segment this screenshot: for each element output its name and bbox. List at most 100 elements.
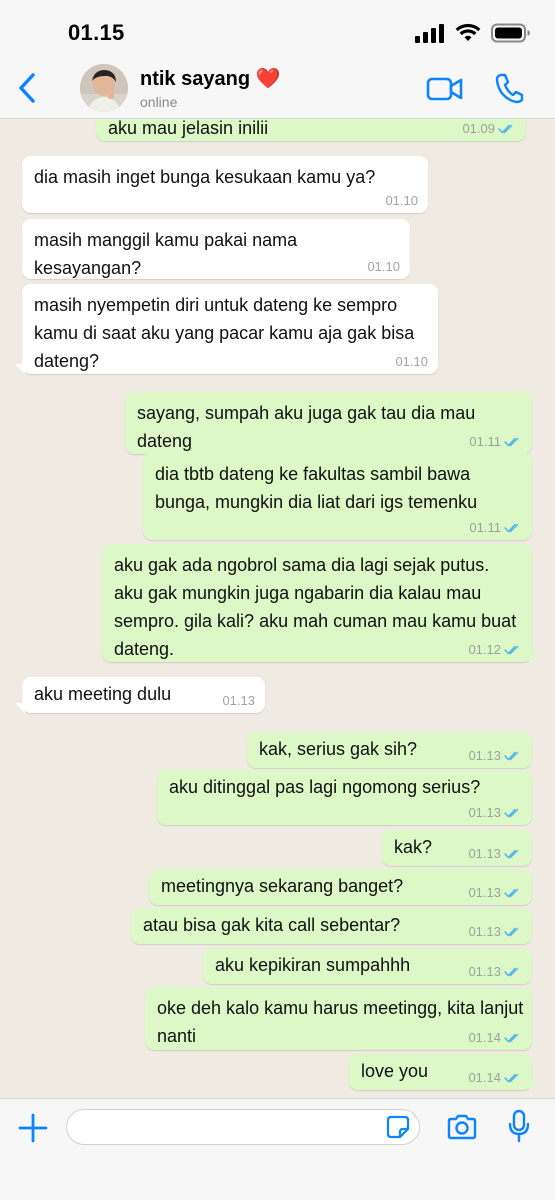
message-outgoing[interactable]: meetingnya sekarang banget? 01.13 <box>149 869 532 905</box>
sticker-button[interactable] <box>386 1115 410 1139</box>
avatar-photo <box>80 64 128 112</box>
video-camera-icon <box>426 77 463 101</box>
message-time: 01.12 <box>468 642 501 657</box>
message-text: atau bisa gak kita call sebentar? <box>143 915 401 935</box>
status-time: 01.15 <box>68 20 125 45</box>
message-meta: 01.13 <box>468 749 522 763</box>
message-meta: 01.13 <box>468 925 522 939</box>
bubble-tail <box>529 652 539 662</box>
message-meta: 01.13 <box>468 965 522 979</box>
message-time: 01.13 <box>468 805 501 820</box>
bubble-tail <box>529 1080 539 1090</box>
message-outgoing[interactable]: aku ditinggal pas lagi ngomong serius? 0… <box>157 770 532 825</box>
read-check-icon <box>504 1033 519 1043</box>
message-text: aku gak ada ngobrol sama dia lagi sejak … <box>114 555 517 659</box>
bubble-tail <box>15 364 25 374</box>
message-time: 01.10 <box>367 259 400 274</box>
read-check-icon <box>504 1073 519 1083</box>
chat-screen: 01.15 ntik sayang ❤️ online aku mau jela… <box>0 0 555 1200</box>
message-meta: 01.13 <box>468 886 522 900</box>
message-time: 01.13 <box>468 748 501 763</box>
message-outgoing[interactable]: aku gak ada ngobrol sama dia lagi sejak … <box>102 544 539 662</box>
message-time: 01.13 <box>468 885 501 900</box>
contact-status: online <box>140 94 178 110</box>
microphone-icon <box>508 1109 530 1143</box>
message-outgoing[interactable]: atau bisa gak kita call sebentar? 01.13 <box>131 908 532 944</box>
message-outgoing[interactable]: aku mau jelasin inilii 01.09 <box>96 119 526 141</box>
camera-button[interactable] <box>446 1113 478 1141</box>
battery-icon <box>491 23 530 43</box>
message-list[interactable]: aku mau jelasin inilii 01.09 dia masih i… <box>0 119 555 1098</box>
message-meta: 01.12 <box>468 643 522 657</box>
message-text: sayang, sumpah aku juga gak tau dia mau … <box>137 403 476 451</box>
message-time: 01.14 <box>468 1070 501 1085</box>
message-meta: 01.13 <box>222 694 255 708</box>
cellular-signal-icon <box>415 24 444 43</box>
video-call-button[interactable] <box>426 74 464 104</box>
message-text: masih manggil kamu pakai nama kesayangan… <box>34 230 298 278</box>
message-text: aku mau jelasin inilii <box>108 119 269 138</box>
phone-icon <box>495 73 524 104</box>
message-time: 01.13 <box>468 964 501 979</box>
status-icons <box>415 22 531 44</box>
read-check-icon <box>504 888 519 898</box>
read-check-icon <box>504 645 519 655</box>
message-time: 01.13 <box>468 924 501 939</box>
message-time: 01.10 <box>385 193 418 208</box>
read-check-icon <box>504 808 519 818</box>
message-input[interactable] <box>66 1109 420 1145</box>
message-meta: 01.14 <box>468 1031 522 1045</box>
message-meta: 01.13 <box>468 806 522 820</box>
message-incoming[interactable]: masih manggil kamu pakai nama kesayangan… <box>22 219 410 279</box>
camera-icon <box>447 1114 477 1140</box>
message-time: 01.13 <box>468 846 501 861</box>
message-meta: 01.11 <box>469 521 522 535</box>
chat-header: ntik sayang ❤️ online <box>0 60 555 119</box>
message-meta: 01.10 <box>385 194 418 208</box>
message-time: 01.10 <box>395 354 428 369</box>
wifi-icon <box>455 23 481 41</box>
read-check-icon <box>504 437 519 447</box>
voice-call-button[interactable] <box>494 72 524 104</box>
message-outgoing[interactable]: kak, serius gak sih? 01.13 <box>247 732 532 768</box>
message-text: aku ditinggal pas lagi ngomong serius? <box>169 777 481 797</box>
message-outgoing[interactable]: aku kepikiran sumpahhh 01.13 <box>203 948 532 984</box>
message-text: dia masih inget bunga kesukaan kamu ya? <box>34 167 376 187</box>
read-check-icon <box>504 967 519 977</box>
message-outgoing[interactable]: oke deh kalo kamu harus meetingg, kita l… <box>145 987 532 1050</box>
message-text: aku meeting dulu <box>34 684 172 704</box>
contact-name[interactable]: ntik sayang ❤️ <box>140 66 281 91</box>
message-time: 01.13 <box>222 693 255 708</box>
message-outgoing[interactable]: love you 01.14 <box>349 1054 539 1090</box>
read-check-icon <box>498 124 513 134</box>
message-outgoing[interactable]: kak? 01.13 <box>382 830 532 866</box>
status-bar: 01.15 <box>0 0 555 60</box>
message-time: 01.09 <box>462 121 495 136</box>
message-outgoing[interactable]: sayang, sumpah aku juga gak tau dia mau … <box>125 392 532 454</box>
read-check-icon <box>504 751 519 761</box>
read-check-icon <box>504 849 519 859</box>
message-meta: 01.14 <box>468 1071 522 1085</box>
message-input-bar <box>0 1098 555 1200</box>
attach-button[interactable] <box>18 1113 48 1143</box>
message-text: masih nyempetin diri untuk dateng ke sem… <box>34 295 415 371</box>
message-time: 01.11 <box>469 434 501 449</box>
message-text: dia tbtb dateng ke fakultas sambil bawa … <box>155 464 478 512</box>
message-meta: 01.10 <box>367 260 400 274</box>
read-check-icon <box>504 927 519 937</box>
message-meta: 01.13 <box>468 847 522 861</box>
back-chevron-icon <box>19 73 35 103</box>
read-check-icon <box>504 523 519 533</box>
message-meta: 01.10 <box>395 355 428 369</box>
voice-record-button[interactable] <box>508 1109 530 1143</box>
sticker-icon <box>386 1115 410 1139</box>
message-meta: 01.09 <box>462 122 516 136</box>
message-incoming[interactable]: dia masih inget bunga kesukaan kamu ya? … <box>22 156 428 213</box>
message-time: 01.11 <box>469 520 501 535</box>
back-button[interactable] <box>10 70 44 106</box>
message-incoming[interactable]: masih nyempetin diri untuk dateng ke sem… <box>15 284 438 374</box>
message-outgoing[interactable]: dia tbtb dateng ke fakultas sambil bawa … <box>143 453 532 540</box>
contact-avatar[interactable] <box>80 64 128 112</box>
message-time: 01.14 <box>468 1030 501 1045</box>
message-incoming[interactable]: aku meeting dulu 01.13 <box>15 677 265 713</box>
